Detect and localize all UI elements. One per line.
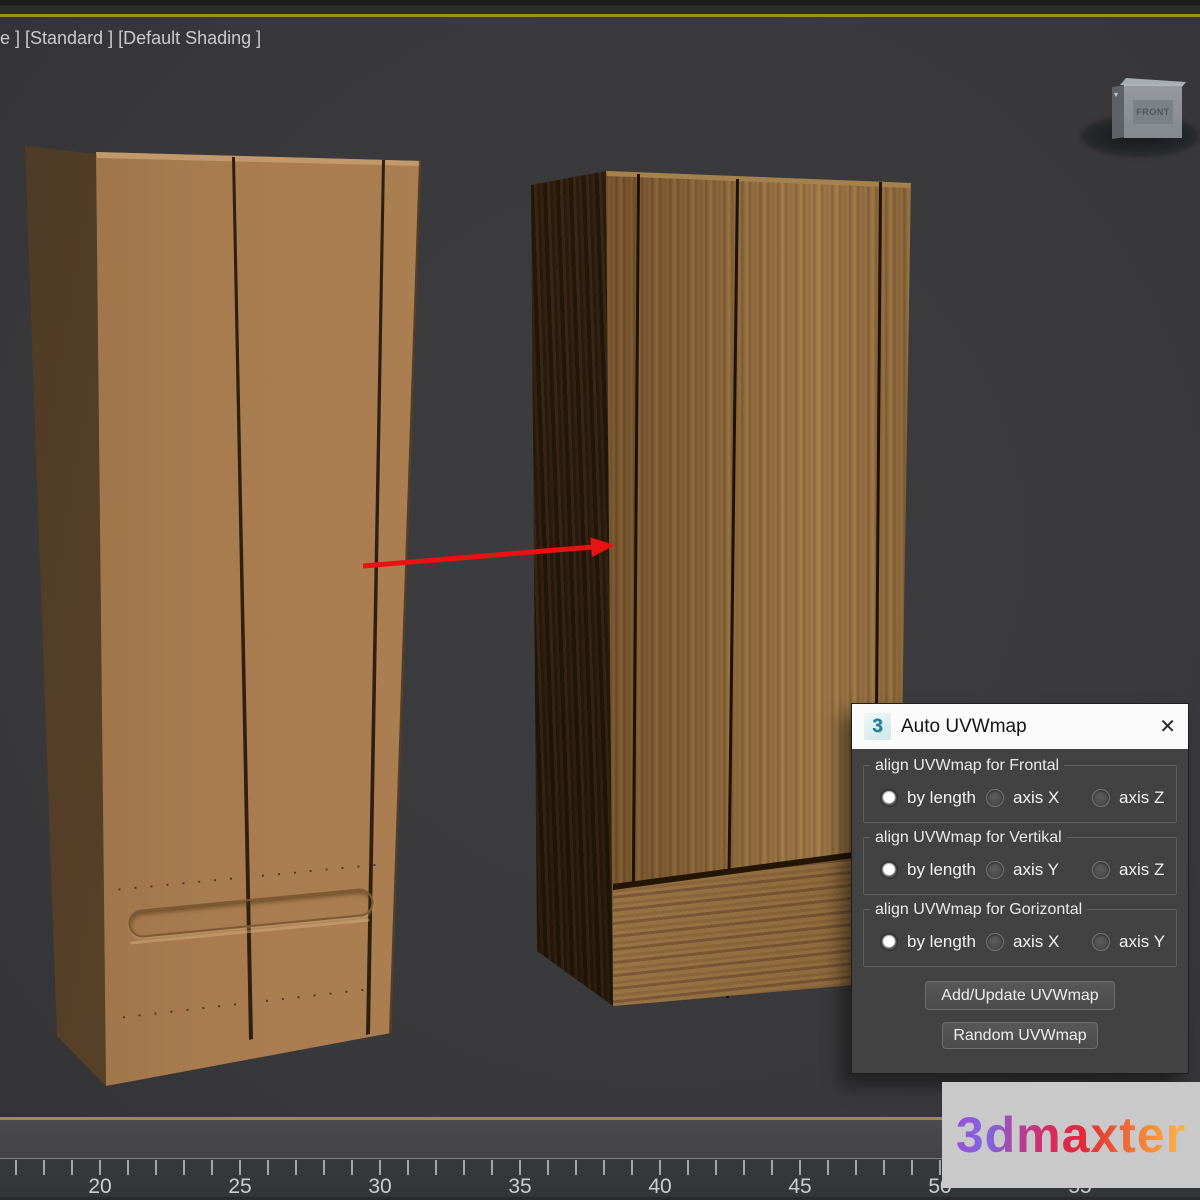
radio-group-gorizontal: align UVWmap for Gorizontal by length ax… (863, 909, 1177, 967)
add-update-uvwmap-button[interactable]: Add/Update UVWmap (925, 981, 1115, 1010)
timeline-tick (351, 1160, 353, 1175)
radio-group-vertikal: align UVWmap for Vertikal by length axis… (863, 837, 1177, 895)
radio-button[interactable] (880, 861, 898, 879)
radio-label: axis Z (1119, 860, 1164, 880)
radio-label: by length (907, 860, 976, 880)
timeline-tick-label: 25 (228, 1175, 251, 1199)
timeline-tick (463, 1160, 465, 1175)
radio-option-axis-y[interactable]: axis Y (986, 860, 1092, 880)
viewport-top-accent-line (0, 14, 1200, 17)
red-annotation-arrow (350, 528, 630, 578)
timeline-tick (211, 1160, 213, 1175)
radio-option-axis-x[interactable]: axis X (986, 788, 1092, 808)
radio-option-axis-z[interactable]: axis Z (1092, 860, 1164, 880)
watermark-text: 3dmaxter (956, 1106, 1186, 1164)
radio-button[interactable] (986, 861, 1004, 879)
radio-button[interactable] (986, 933, 1004, 951)
radio-option-axis-y[interactable]: axis Y (1092, 932, 1165, 952)
timeline-tick (631, 1160, 633, 1175)
timeline-tick (939, 1160, 941, 1175)
timeline-tick-label: 45 (788, 1175, 811, 1199)
timeline-tick (827, 1160, 829, 1175)
group-legend: align UVWmap for Frontal (870, 757, 1064, 775)
radio-option-by-length[interactable]: by length (880, 860, 986, 880)
timeline-tick (519, 1160, 521, 1175)
timeline-tick (771, 1160, 773, 1175)
timeline-tick (547, 1160, 549, 1175)
radio-label: axis X (1013, 932, 1059, 952)
radio-button[interactable] (1092, 789, 1110, 807)
timeline-tick (743, 1160, 745, 1175)
timeline-tick (99, 1160, 101, 1175)
watermark-3dmaxter: 3dmaxter (942, 1082, 1200, 1188)
timeline-tick (911, 1160, 913, 1175)
timeline-tick (379, 1160, 381, 1175)
radio-button[interactable] (986, 789, 1004, 807)
viewcube-front-face[interactable]: FRONT (1124, 84, 1182, 138)
close-icon[interactable]: ✕ (1159, 717, 1176, 737)
timeline-tick (71, 1160, 73, 1175)
radio-button[interactable] (880, 933, 898, 951)
radio-group-frontal: align UVWmap for Frontal by length axis … (863, 765, 1177, 823)
viewport-label[interactable]: e ] [Standard ] [Default Shading ] (0, 28, 261, 49)
timeline-tick (603, 1160, 605, 1175)
dialog-body: align UVWmap for Frontal by length axis … (852, 749, 1188, 1049)
viewcube-front-label: FRONT (1133, 100, 1173, 124)
timeline-tick (323, 1160, 325, 1175)
radio-label: axis Y (1013, 860, 1059, 880)
timeline-tick (15, 1160, 17, 1175)
dialog-title: Auto UVWmap (901, 716, 1027, 738)
timeline-tick (127, 1160, 129, 1175)
top-toolbar-strip (0, 0, 1200, 14)
radio-option-axis-z[interactable]: axis Z (1092, 788, 1164, 808)
group-legend: align UVWmap for Gorizontal (870, 901, 1087, 919)
timeline-tick (575, 1160, 577, 1175)
timeline-tick (183, 1160, 185, 1175)
3dsmax-viewport[interactable]: e ] [Standard ] [Default Shading ] FRONT… (0, 0, 1200, 1200)
viewcube[interactable]: FRONT ▾ (1080, 74, 1200, 164)
viewcube-rotation-glyph: ▾ (1114, 90, 1118, 99)
random-uvwmap-button[interactable]: Random UVWmap (942, 1022, 1098, 1049)
timeline-tick-label: 20 (88, 1175, 111, 1199)
radio-option-axis-x[interactable]: axis X (986, 932, 1092, 952)
timeline-tick (659, 1160, 661, 1175)
radio-button[interactable] (880, 789, 898, 807)
radio-option-by-length[interactable]: by length (880, 788, 986, 808)
timeline-tick (407, 1160, 409, 1175)
radio-label: axis Z (1119, 788, 1164, 808)
timeline-tick (687, 1160, 689, 1175)
group-legend: align UVWmap for Vertikal (870, 829, 1067, 847)
timeline-tick (799, 1160, 801, 1175)
timeline-tick (715, 1160, 717, 1175)
timeline-tick-label: 35 (508, 1175, 531, 1199)
timeline-tick (155, 1160, 157, 1175)
auto-uvwmap-dialog: 3 Auto UVWmap ✕ align UVWmap for Frontal… (851, 703, 1189, 1074)
timeline-tick (267, 1160, 269, 1175)
timeline-tick (855, 1160, 857, 1175)
radio-option-by-length[interactable]: by length (880, 932, 986, 952)
dialog-titlebar[interactable]: 3 Auto UVWmap ✕ (852, 704, 1188, 749)
timeline-tick (295, 1160, 297, 1175)
3dsmax-icon: 3 (864, 713, 891, 740)
timeline-tick (883, 1160, 885, 1175)
timeline-tick (43, 1160, 45, 1175)
radio-label: by length (907, 788, 976, 808)
timeline-tick (239, 1160, 241, 1175)
radio-label: axis Y (1119, 932, 1165, 952)
radio-button[interactable] (1092, 933, 1110, 951)
timeline-tick (491, 1160, 493, 1175)
radio-label: axis X (1013, 788, 1059, 808)
timeline-tick (435, 1160, 437, 1175)
timeline-tick-label: 30 (368, 1175, 391, 1199)
radio-label: by length (907, 932, 976, 952)
radio-button[interactable] (1092, 861, 1110, 879)
timeline-tick-label: 40 (648, 1175, 671, 1199)
